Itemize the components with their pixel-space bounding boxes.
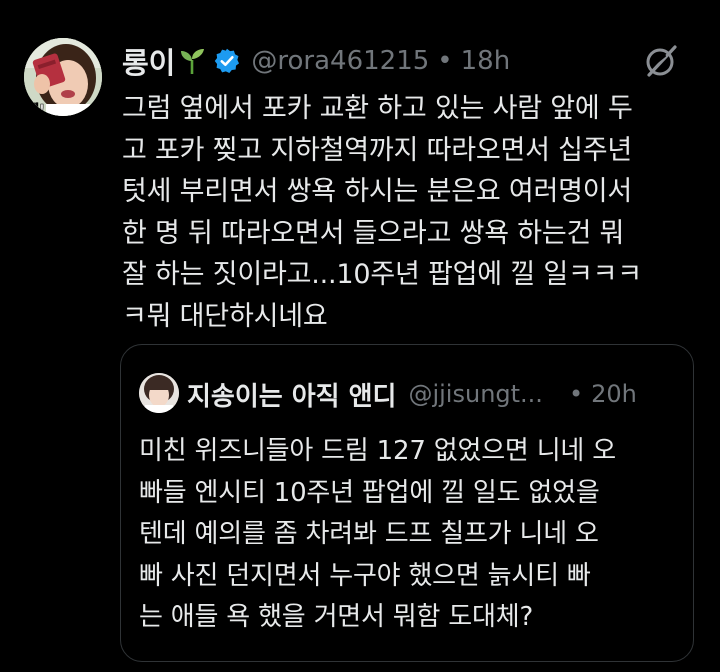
- avatar-image: 에!: [24, 38, 102, 116]
- author-display-name[interactable]: 롱이: [122, 40, 175, 82]
- quoted-text-line: 빠들 엔시티 10주년 팝업에 낄 일도 없었을: [139, 477, 600, 508]
- tweet-text-line: 고 포카 찢고 지하철역까지 따라오면서 십주년: [122, 134, 633, 166]
- author-avatar[interactable]: 에!: [24, 38, 102, 116]
- tweet-text: 그럼 옆에서 포카 교환 하고 있는 사람 앞에 두 고 포카 찢고 지하철역까…: [122, 88, 702, 337]
- grok-icon[interactable]: [644, 44, 678, 78]
- sprout-icon: [177, 46, 207, 76]
- tweet-timestamp[interactable]: 18h: [461, 46, 511, 76]
- quoted-author-display-name[interactable]: 지송이는 아직 앤디: [187, 376, 396, 413]
- separator-dot: •: [437, 46, 453, 76]
- quoted-author-avatar[interactable]: [139, 373, 179, 413]
- verified-badge-icon[interactable]: [213, 47, 241, 75]
- quoted-separator-dot: •: [568, 380, 584, 408]
- tweet-text-line: 한 명 뒤 따라오면서 들으라고 쌍욕 하는건 뭐: [122, 217, 625, 249]
- quoted-text-line: 미친 위즈니들아 드림 127 없었으면 니네 오: [139, 436, 616, 466]
- quoted-text-line: 텐데 예의를 좀 차려봐 드프 칠프가 니네 오: [139, 519, 599, 549]
- quoted-author-handle[interactable]: @jjisungt...: [408, 380, 542, 408]
- tweet-text-line: 그럼 옆에서 포카 교환 하고 있는 사람 앞에 두: [122, 93, 633, 124]
- tweet[interactable]: 에! 롱이 @rora461215 • 18h 그럼 옆에서 포카 교환 하고 …: [0, 0, 720, 672]
- tweet-text-line: 텃세 부리면서 쌍욕 하시는 분은요 여러명이서: [122, 176, 633, 207]
- quoted-tweet-text: 미친 위즈니들아 드림 127 없었으면 니네 오 빠들 엔시티 10주년 팝업…: [139, 431, 679, 639]
- tweet-text-line: 잘 하는 짓이라고...10주년 팝업에 낄 일ㅋㅋㅋ: [122, 259, 642, 290]
- tweet-header: 롱이 @rora461215 • 18h: [122, 40, 696, 82]
- avatar-caption: 에!: [27, 102, 45, 116]
- quoted-tweet[interactable]: 지송이는 아직 앤디 @jjisungt... • 20h 미친 위즈니들아 드…: [120, 344, 694, 662]
- author-handle[interactable]: @rora461215: [251, 46, 429, 76]
- quoted-text-line: 는 애들 욕 했을 거면서 뭐함 도대체?: [139, 602, 534, 632]
- tweet-text-line: ㅋ뭐 대단하시네요: [122, 300, 328, 332]
- quoted-tweet-timestamp[interactable]: 20h: [591, 380, 637, 408]
- quoted-text-line: 빠 사진 던지면서 누구야 했으면 늙시티 빠: [139, 560, 591, 591]
- quoted-tweet-header: 지송이는 아직 앤디 @jjisungt... • 20h: [187, 375, 675, 413]
- quoted-avatar-image: [139, 373, 179, 413]
